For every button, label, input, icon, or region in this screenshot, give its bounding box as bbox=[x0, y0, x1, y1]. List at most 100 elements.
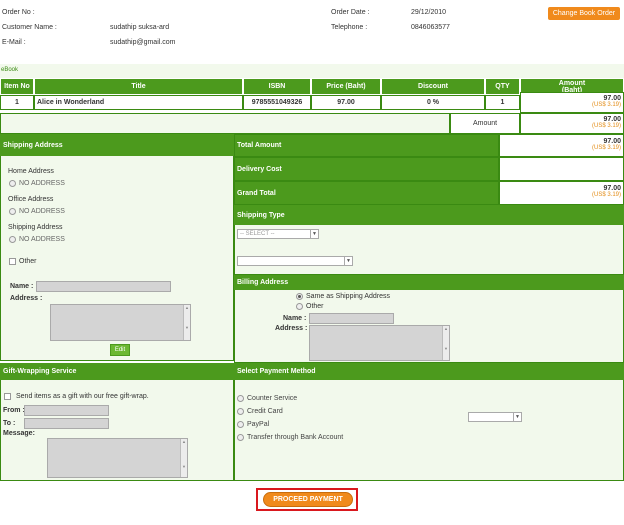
shipping-radio[interactable] bbox=[9, 236, 16, 243]
ebook-section-label: eBook bbox=[1, 67, 19, 73]
shipping-type-select[interactable]: -- SELECT -- ▼ bbox=[237, 229, 319, 239]
billing-other-label: Other bbox=[306, 303, 324, 310]
gift-message-textarea[interactable]: ▲ ▼ bbox=[47, 438, 188, 478]
office-radio[interactable] bbox=[9, 208, 16, 215]
ship-address-scrollbar[interactable]: ▲ ▼ bbox=[183, 305, 190, 340]
delivery-cost-label: Delivery Cost bbox=[234, 157, 499, 181]
payment-method-panel bbox=[234, 363, 624, 481]
telephone-value: 0846063577 bbox=[411, 24, 450, 31]
payment-radio-paypal[interactable] bbox=[237, 421, 244, 428]
shipping-no-address-text: NO ADDRESS bbox=[19, 236, 65, 243]
billing-address-scrollbar[interactable]: ▲ ▼ bbox=[442, 326, 449, 360]
other-checkbox[interactable] bbox=[9, 258, 16, 265]
cell-qty: 1 bbox=[485, 95, 520, 110]
gift-from-label: From : bbox=[3, 407, 25, 414]
gift-wrapping-header: Gift-Wrapping Service bbox=[0, 363, 234, 380]
header-qty: QTY bbox=[485, 78, 520, 95]
payment-radio-counter[interactable] bbox=[237, 395, 244, 402]
billing-other-radio[interactable] bbox=[296, 303, 303, 310]
header-discount: Discount bbox=[381, 78, 485, 95]
payment-option-paypal[interactable]: PayPal bbox=[237, 421, 269, 428]
gift-send-option[interactable]: Send items as a gift with our free gift-… bbox=[4, 393, 149, 400]
header-price: Price (Baht) bbox=[311, 78, 381, 95]
gift-to-input[interactable] bbox=[24, 418, 109, 429]
payment-option-select[interactable]: ▼ bbox=[468, 412, 522, 422]
cell-price: 97.00 bbox=[311, 95, 381, 110]
home-no-address-text: NO ADDRESS bbox=[19, 180, 65, 187]
home-radio[interactable] bbox=[9, 180, 16, 187]
other-label: Other bbox=[19, 258, 37, 265]
other-option[interactable]: Other bbox=[9, 258, 37, 265]
chevron-down-icon: ▼ bbox=[513, 413, 521, 421]
billing-name-label: Name : bbox=[283, 315, 307, 322]
office-no-address-text: NO ADDRESS bbox=[19, 208, 65, 215]
order-date-value: 29/12/2010 bbox=[411, 9, 447, 16]
total-amount-label: Total Amount bbox=[234, 134, 499, 157]
gift-send-checkbox[interactable] bbox=[4, 393, 11, 400]
amount-label: Amount bbox=[450, 113, 520, 134]
grand-total: 97.00 (US$ 3.19) bbox=[499, 181, 624, 205]
shipping-address-header: Shipping Address bbox=[0, 134, 234, 156]
gift-from-input[interactable] bbox=[24, 405, 109, 416]
payment-option-bank-transfer[interactable]: Transfer through Bank Account bbox=[237, 434, 343, 441]
chevron-down-icon: ▼ bbox=[344, 257, 352, 265]
payment-method-header: Select Payment Method bbox=[234, 363, 624, 380]
office-no-address[interactable]: NO ADDRESS bbox=[9, 208, 65, 215]
payment-radio-bank[interactable] bbox=[237, 434, 244, 441]
payment-label-credit: Credit Card bbox=[247, 408, 283, 415]
billing-address-textarea[interactable]: ▲ ▼ bbox=[309, 325, 450, 361]
chevron-down-icon: ▼ bbox=[310, 230, 318, 238]
payment-option-counter-service[interactable]: Counter Service bbox=[237, 395, 297, 402]
grand-total-label: Grand Total bbox=[234, 181, 499, 205]
shipping-no-address[interactable]: NO ADDRESS bbox=[9, 236, 65, 243]
cell-discount: 0 % bbox=[381, 95, 485, 110]
billing-other-option[interactable]: Other bbox=[296, 303, 324, 310]
ship-name-label: Name : bbox=[10, 283, 34, 290]
ship-name-input[interactable] bbox=[36, 281, 171, 292]
gift-message-scrollbar[interactable]: ▲ ▼ bbox=[180, 439, 187, 477]
proceed-payment-button[interactable]: PROCEED PAYMENT bbox=[263, 492, 353, 507]
total-amount: 97.00 (US$ 3.19) bbox=[499, 134, 624, 157]
payment-option-credit-card[interactable]: Credit Card bbox=[237, 408, 283, 415]
header-item-no: Item No bbox=[0, 78, 34, 95]
amount-total-usd: (US$ 3.19) bbox=[591, 123, 621, 129]
grand-total-value: 97.00 bbox=[603, 185, 621, 192]
payment-label-counter: Counter Service bbox=[247, 395, 298, 402]
telephone-label: Telephone : bbox=[331, 24, 368, 31]
payment-radio-credit[interactable] bbox=[237, 408, 244, 415]
cell-item-no: 1 bbox=[0, 95, 34, 110]
order-date-label: Order Date : bbox=[331, 9, 370, 16]
home-no-address[interactable]: NO ADDRESS bbox=[9, 180, 65, 187]
shipping-type-header: Shipping Type bbox=[234, 205, 624, 225]
billing-name-input[interactable] bbox=[309, 313, 394, 324]
shipping-type-select-text: -- SELECT -- bbox=[240, 231, 275, 237]
amount-total: 97.00 (US$ 3.19) bbox=[520, 113, 624, 134]
payment-label-paypal: PayPal bbox=[247, 421, 270, 428]
cell-title: Alice in Wonderland bbox=[34, 95, 243, 110]
email-label: E-Mail : bbox=[2, 39, 26, 46]
total-amount-value: 97.00 bbox=[603, 138, 621, 145]
gift-message-label: Message: bbox=[3, 430, 35, 437]
customer-label: Customer Name : bbox=[2, 24, 57, 31]
billing-same-radio[interactable] bbox=[296, 293, 303, 300]
billing-same-label: Same as Shipping Address bbox=[306, 293, 391, 300]
gift-send-label: Send items as a gift with our free gift-… bbox=[16, 393, 149, 400]
cell-amount-value: 97.00 bbox=[603, 95, 621, 102]
total-amount-usd: (US$ 3.19) bbox=[591, 145, 621, 151]
change-book-order-button[interactable]: Change Book Order bbox=[548, 7, 620, 20]
home-address-label: Home Address bbox=[8, 168, 54, 175]
billing-address-header: Billing Address bbox=[234, 275, 624, 290]
cell-amount: 97.00 (US$ 3.19) bbox=[520, 92, 624, 113]
ship-address-textarea[interactable]: ▲ ▼ bbox=[50, 304, 191, 341]
delivery-cost-value bbox=[499, 157, 624, 181]
billing-same-option[interactable]: Same as Shipping Address bbox=[296, 293, 390, 300]
ship-address-label: Address : bbox=[10, 295, 43, 302]
gift-to-label: To : bbox=[3, 420, 16, 427]
billing-address-label: Address : bbox=[275, 325, 308, 332]
shipping-option-select[interactable]: ▼ bbox=[237, 256, 353, 266]
office-address-label: Office Address bbox=[8, 196, 54, 203]
edit-button[interactable]: Edit bbox=[110, 344, 130, 356]
header-title: Title bbox=[34, 78, 243, 95]
payment-label-bank: Transfer through Bank Account bbox=[247, 434, 344, 441]
customer-value: sudathip suksa-ard bbox=[110, 24, 170, 31]
